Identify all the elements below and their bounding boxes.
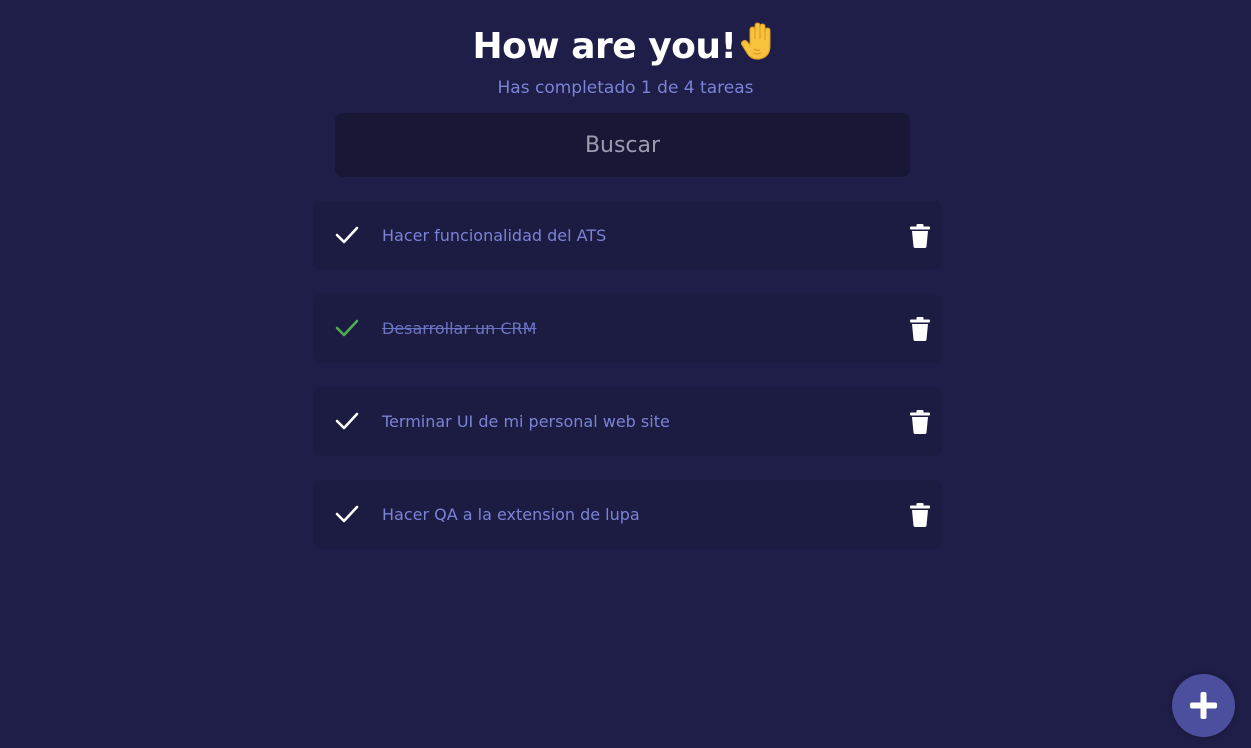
completion-summary: Has completado 1 de 4 tareas: [497, 78, 754, 98]
trash-icon[interactable]: [909, 224, 931, 248]
page-title-text: How are you!: [472, 26, 737, 67]
header: How are you! Has completado 1 de 4 tarea…: [0, 22, 1251, 99]
check-icon[interactable]: [335, 318, 359, 338]
trash-icon[interactable]: [909, 410, 931, 434]
todo-item: Hacer funcionalidad del ATS: [313, 201, 942, 270]
page-title: How are you!: [0, 22, 1251, 73]
trash-icon[interactable]: [909, 503, 931, 527]
todo-item: Hacer QA a la extension de lupa: [313, 480, 942, 549]
todo-item: Desarrollar un CRM: [313, 294, 942, 363]
todo-item: Terminar UI de mi personal web site: [313, 387, 942, 456]
trash-icon[interactable]: [909, 317, 931, 341]
todo-text: Hacer QA a la extension de lupa: [382, 505, 640, 524]
check-icon[interactable]: [335, 504, 359, 524]
plus-icon: [1190, 692, 1217, 719]
search-input[interactable]: [335, 113, 910, 177]
check-icon[interactable]: [335, 411, 359, 431]
todo-text: Desarrollar un CRM: [382, 319, 537, 338]
raised-hand-emoji-icon: [740, 22, 778, 73]
check-icon[interactable]: [335, 225, 359, 245]
todo-text: Hacer funcionalidad del ATS: [382, 226, 607, 245]
todo-text: Terminar UI de mi personal web site: [382, 412, 670, 431]
todo-list: Hacer funcionalidad del ATS Desarrollar …: [313, 201, 942, 573]
add-todo-button[interactable]: [1172, 674, 1235, 737]
todo-app: How are you! Has completado 1 de 4 tarea…: [0, 0, 1251, 748]
